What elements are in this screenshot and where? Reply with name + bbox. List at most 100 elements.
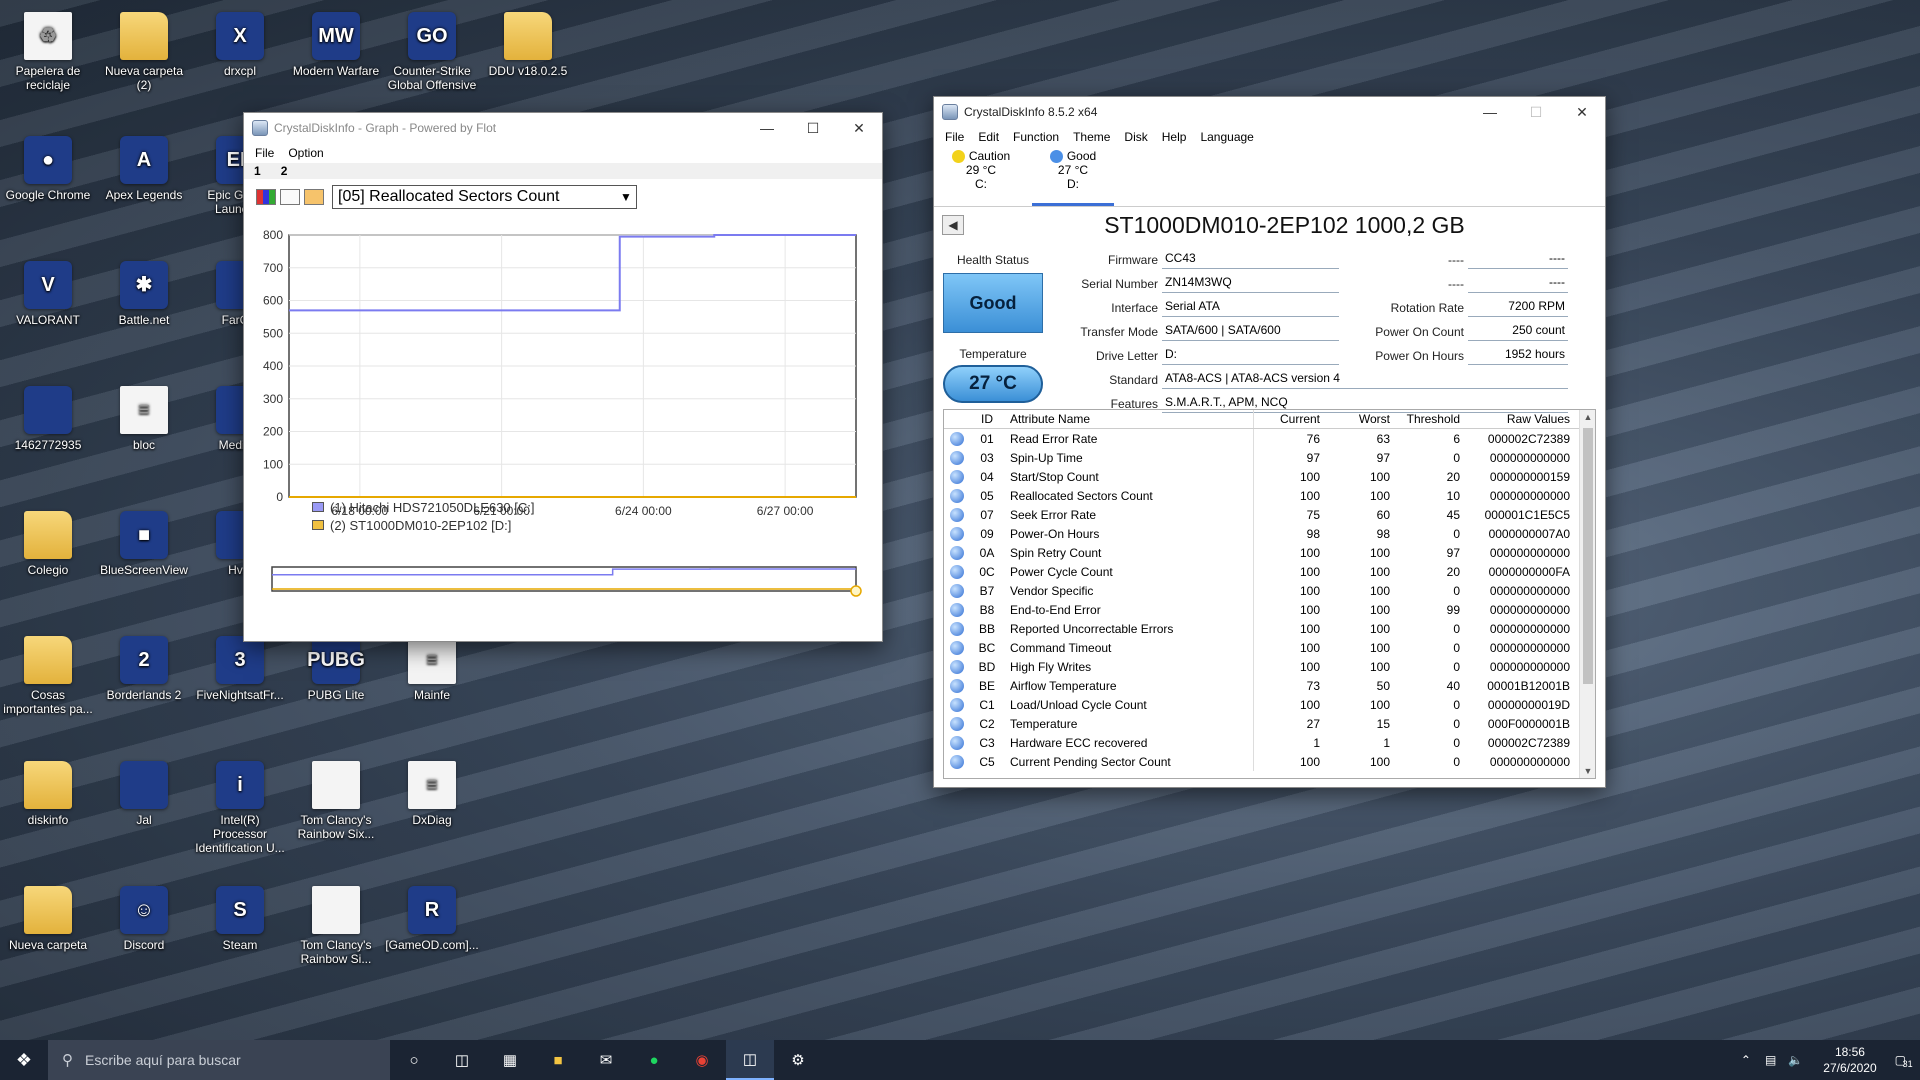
attribute-select[interactable]: [05] Reallocated Sectors Count ▼	[332, 185, 637, 209]
desktop-icon[interactable]: R [GameOD.com]...	[384, 882, 480, 952]
desktop-icon[interactable]: Tom Clancy's Rainbow Si...	[288, 882, 384, 966]
desktop-icon[interactable]: DDU v18.0.2.5	[480, 8, 576, 78]
crystaldiskinfo-graph-taskbar-icon[interactable]: ⚙	[774, 1040, 822, 1080]
overview-handle-icon[interactable]	[850, 585, 862, 597]
column-threshold[interactable]: Threshold	[1394, 412, 1464, 426]
column-raw-values[interactable]: Raw Values	[1464, 412, 1576, 426]
desktop-icon[interactable]: ■ BlueScreenView	[96, 507, 192, 577]
no-drives-icon[interactable]	[280, 189, 300, 205]
cortana-icon[interactable]: ○	[390, 1040, 438, 1080]
crystaldiskinfo-taskbar-icon[interactable]: ◫	[726, 1040, 774, 1080]
desktop-icon[interactable]: S Steam	[192, 882, 288, 952]
chrome-icon[interactable]: ◉	[678, 1040, 726, 1080]
drive-tab-d[interactable]: Good 27 °C D:	[1032, 147, 1114, 206]
table-row[interactable]: 0C Power Cycle Count 100 100 20 0000000000FA	[944, 562, 1595, 581]
chevron-up-icon[interactable]: ⌃	[1741, 1053, 1751, 1067]
maximize-button[interactable]: ☐	[1513, 97, 1559, 127]
cdi-titlebar[interactable]: CrystalDiskInfo 8.5.2 x64 — ☐ ✕	[934, 97, 1605, 127]
desktop-icon[interactable]: ≡ DxDiag	[384, 757, 480, 827]
desktop-icon[interactable]: Cosas importantes pa...	[0, 632, 96, 716]
desktop-icon[interactable]: ✱ Battle.net	[96, 257, 192, 327]
minimize-button[interactable]: —	[744, 113, 790, 143]
desktop-icon[interactable]: ≡ Mainfe	[384, 632, 480, 702]
menu-theme[interactable]: Theme	[1066, 130, 1117, 144]
table-row[interactable]: C1 Load/Unload Cycle Count 100 100 0 00000000…	[944, 695, 1595, 714]
table-row[interactable]: 03 Spin-Up Time 97 97 0 000000000000	[944, 448, 1595, 467]
file-explorer-icon[interactable]: ■	[534, 1040, 582, 1080]
desktop-icon[interactable]: Xdrxcpl	[192, 8, 288, 78]
desktop-icon[interactable]: 2 Borderlands 2	[96, 632, 192, 702]
table-row[interactable]: BB Reported Uncorrectable Errors 100 100 0 00…	[944, 619, 1595, 638]
desktop-icon[interactable]: 3 FiveNightsatFr...	[192, 632, 288, 702]
desktop-icon[interactable]: Tom Clancy's Rainbow Six...	[288, 757, 384, 841]
health-status-button[interactable]: Good	[943, 273, 1043, 333]
desktop-icon[interactable]: ♻ Papelera de reciclaje	[0, 8, 96, 92]
reset-graph-icon[interactable]	[304, 189, 324, 205]
maximize-button[interactable]: ☐	[790, 113, 836, 143]
spotify-icon[interactable]: ●	[630, 1040, 678, 1080]
table-row[interactable]: BE Airflow Temperature 73 50 40 00001B12001B	[944, 676, 1595, 695]
desktop-icon[interactable]: 1462772935	[0, 382, 96, 452]
column-attribute-name[interactable]: Attribute Name	[1004, 410, 1254, 428]
tab-1[interactable]: 1	[254, 164, 261, 178]
notification-center-icon[interactable]: ▢ 31	[1895, 1053, 1913, 1069]
task-view-icon[interactable]: ◫	[438, 1040, 486, 1080]
tab-2[interactable]: 2	[281, 164, 288, 178]
column-current[interactable]: Current	[1254, 412, 1324, 426]
volume-icon[interactable]: 🔈	[1788, 1053, 1803, 1067]
table-row[interactable]: B8 End-to-End Error 100 100 99 000000000000	[944, 600, 1595, 619]
mail-icon[interactable]: ✉	[582, 1040, 630, 1080]
desktop-icon[interactable]: MW Modern Warfare	[288, 8, 384, 78]
menu-disk[interactable]: Disk	[1117, 130, 1154, 144]
menu-help[interactable]: Help	[1155, 130, 1194, 144]
network-icon[interactable]: ▤	[1765, 1053, 1776, 1067]
menu-file[interactable]: File	[248, 146, 281, 160]
temperature-button[interactable]: 27 °C	[943, 365, 1043, 403]
scroll-thumb[interactable]	[1583, 428, 1593, 684]
desktop-icon[interactable]: V VALORANT	[0, 257, 96, 327]
table-row[interactable]: C3 Hardware ECC recovered 1 1 0 000002C72389	[944, 733, 1595, 752]
drive-tab-c[interactable]: Caution 29 °C C:	[940, 147, 1022, 206]
table-row[interactable]: B7 Vendor Specific 100 100 0 000000000000	[944, 581, 1595, 600]
taskbar-search[interactable]: ⚲ Escribe aquí para buscar	[48, 1040, 390, 1080]
menu-function[interactable]: Function	[1006, 130, 1066, 144]
table-row[interactable]: BC Command Timeout 100 100 0 000000000000	[944, 638, 1595, 657]
scroll-down-icon[interactable]: ▼	[1580, 766, 1595, 776]
table-scrollbar[interactable]: ▲ ▼	[1579, 410, 1595, 778]
close-button[interactable]: ✕	[1559, 97, 1605, 127]
table-row[interactable]: BD High Fly Writes 100 100 0 000000000000	[944, 657, 1595, 676]
desktop-icon[interactable]: diskinfo	[0, 757, 96, 827]
previous-drive-button[interactable]: ◀	[942, 215, 964, 235]
all-drives-icon[interactable]	[256, 189, 276, 205]
minimize-button[interactable]: —	[1467, 97, 1513, 127]
table-row[interactable]: C2 Temperature 27 15 0 000F0000001B	[944, 714, 1595, 733]
column-id[interactable]: ID	[970, 412, 1004, 426]
table-row[interactable]: 07 Seek Error Rate 75 60 45 000001C1E5C5	[944, 505, 1595, 524]
desktop-icon[interactable]: Colegio	[0, 507, 96, 577]
menu-option[interactable]: Option	[281, 146, 330, 160]
clock[interactable]: 18:56 27/6/2020	[1823, 1044, 1876, 1076]
graph-titlebar[interactable]: CrystalDiskInfo - Graph - Powered by Flo…	[244, 113, 882, 143]
table-row[interactable]: 05 Reallocated Sectors Count 100 100 10 00000…	[944, 486, 1595, 505]
desktop-icon[interactable]: ● Google Chrome	[0, 132, 96, 202]
desktop-icon[interactable]: i Intel(R) Processor Identification U...	[192, 757, 288, 855]
desktop-icon[interactable]: Nueva carpeta (2)	[96, 8, 192, 92]
desktop-icon[interactable]: A Apex Legends	[96, 132, 192, 202]
column-worst[interactable]: Worst	[1324, 412, 1394, 426]
table-row[interactable]: 04 Start/Stop Count 100 100 20 000000000159	[944, 467, 1595, 486]
table-row[interactable]: 01 Read Error Rate 76 63 6 000002C72389	[944, 429, 1595, 448]
table-row[interactable]: 09 Power-On Hours 98 98 0 0000000007A0	[944, 524, 1595, 543]
windows-start-icon[interactable]: ❖	[0, 1040, 48, 1080]
desktop-icon[interactable]: Jal	[96, 757, 192, 827]
desktop-icon[interactable]: PUBG PUBG Lite	[288, 632, 384, 702]
close-button[interactable]: ✕	[836, 113, 882, 143]
table-row[interactable]: 0A Spin Retry Count 100 100 97 000000000000	[944, 543, 1595, 562]
menu-language[interactable]: Language	[1193, 130, 1260, 144]
desktop-icon[interactable]: ☺ Discord	[96, 882, 192, 952]
table-row[interactable]: C5 Current Pending Sector Count 100 100 0 000…	[944, 752, 1595, 771]
menu-edit[interactable]: Edit	[971, 130, 1006, 144]
scroll-up-icon[interactable]: ▲	[1580, 412, 1595, 422]
desktop-icon[interactable]: ≡ bloc	[96, 382, 192, 452]
desktop-icon[interactable]: Nueva carpeta	[0, 882, 96, 952]
desktop-icon[interactable]: GO Counter-Strike Global Offensive	[384, 8, 480, 92]
